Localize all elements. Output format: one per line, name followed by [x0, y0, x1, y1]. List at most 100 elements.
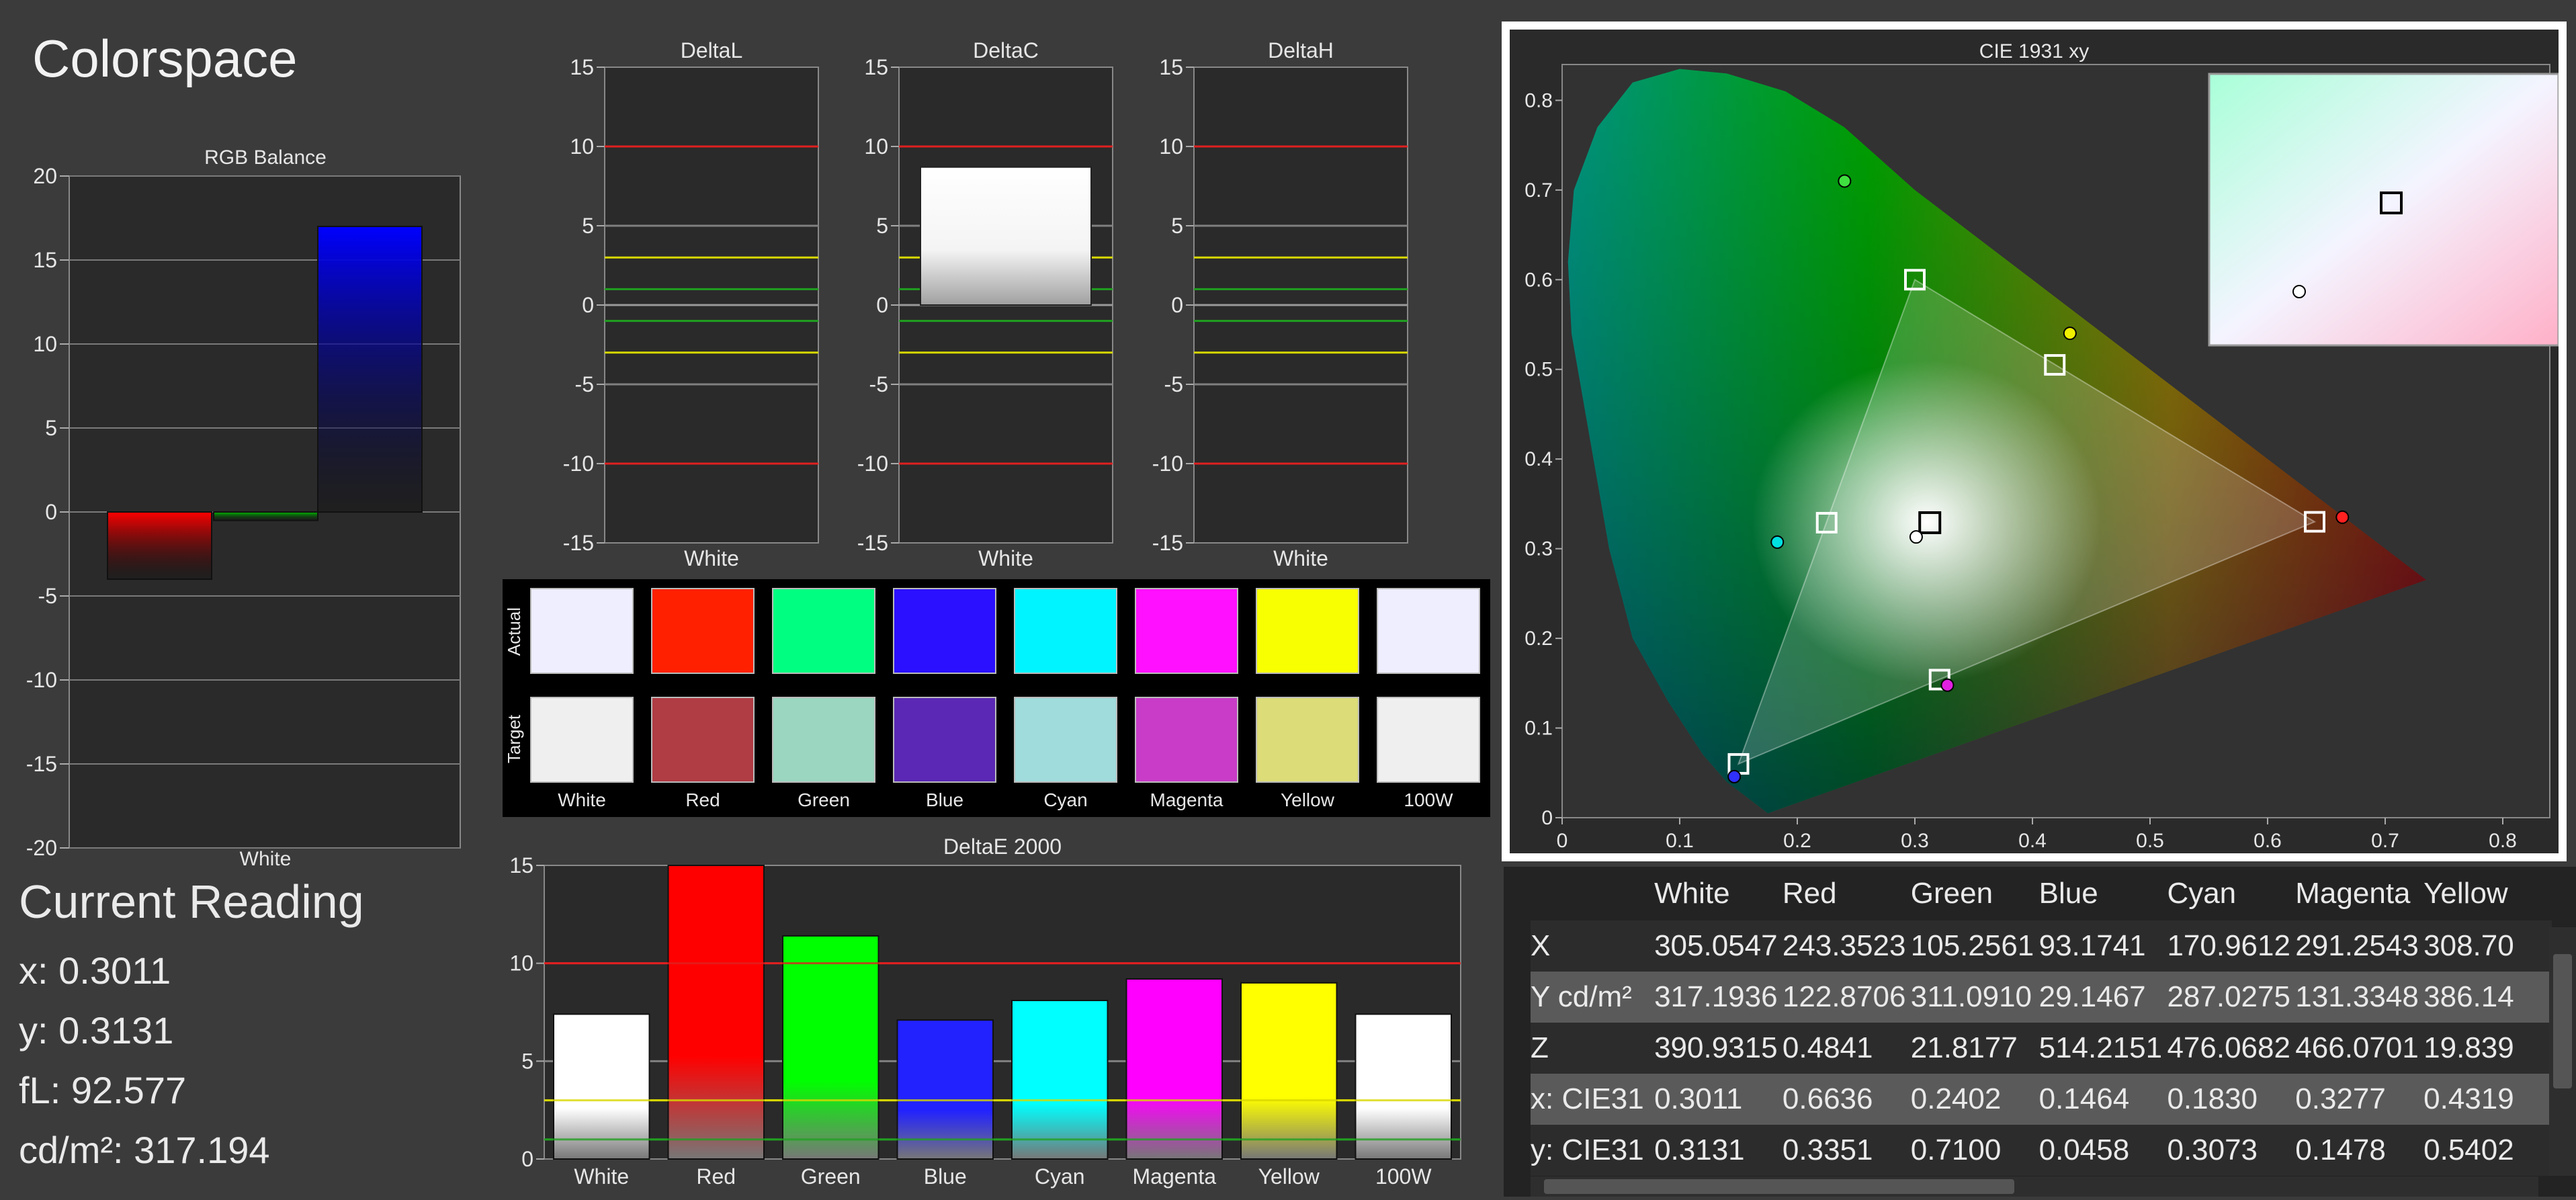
cie-panel: 0 0.1 0.2 0.3 0.4 0.5 0.6 0.7 0.8 0 0.1 0.2 0.3 0.4 0.… [1502, 22, 2567, 861]
table-row: Z 390.9315 0.4841 21.8177 514.2151 476.0682 46… [1531, 1023, 2552, 1074]
swatch-target-blue [893, 697, 996, 783]
delta-category: White [1273, 546, 1328, 570]
table-cell: 21.8177 [1910, 1031, 2018, 1064]
table-cell: 386.14 [2423, 980, 2514, 1013]
table-row-label: x: CIE31 [1531, 1082, 1644, 1115]
delta-chart-title: DeltaC [973, 38, 1039, 62]
delta-chart-title: DeltaL [681, 38, 743, 62]
delta-tick-label: -10 [563, 452, 594, 476]
delta-tick-label: 5 [876, 214, 888, 238]
delta-bar [920, 166, 1092, 306]
swatch-actual-magenta [1135, 588, 1238, 674]
deltae-bar-blue [896, 1019, 994, 1160]
measurement-table: White Red Green Blue Cyan Magenta Yellow X 305.0… [1504, 867, 2576, 1197]
current-reading: Current Reading x: 0.3011 y: 0.3131 fL: … [19, 875, 364, 1180]
swatch-actual-green [772, 588, 875, 674]
cie-y-tick-label: 0.4 [1525, 448, 1553, 470]
deltae-category: Cyan [1035, 1164, 1085, 1189]
swatch-label: White [558, 789, 606, 810]
deltae-category: 100W [1375, 1164, 1432, 1189]
table-horizontal-scroll-thumb[interactable] [1544, 1179, 2014, 1194]
table-cell: 0.4319 [2423, 1082, 2514, 1115]
delta-tick-label: -15 [563, 531, 594, 555]
rgb-tick-label: 5 [45, 416, 57, 440]
table-cell: White [1654, 877, 1730, 910]
swatch-panel: Actual Target White Red Green Blue Cyan Magenta… [503, 579, 1490, 817]
table-cell: 0.2402 [1910, 1082, 2002, 1115]
rgb-tick-label: 0 [45, 500, 57, 524]
delta-tick-label: 15 [1159, 55, 1183, 79]
swatch-target-label: Target [504, 714, 524, 763]
delta-tick-label: -15 [857, 531, 888, 555]
cie-x-tick-label: 0.4 [2018, 830, 2047, 852]
delta-tick-label: 5 [1171, 214, 1183, 238]
swatch-target-green [772, 697, 875, 783]
table-cell: 0.1464 [2038, 1082, 2130, 1115]
table-cell: 0.3131 [1654, 1133, 1745, 1166]
delta-tick-label: 10 [570, 134, 594, 159]
deltae-bar-yellow [1240, 982, 1338, 1160]
table-vertical-scrollbar[interactable] [2549, 927, 2576, 1176]
delta-tick-label: 5 [582, 214, 594, 238]
swatch-label: Blue [926, 789, 963, 810]
deltae-tick-label: 15 [511, 853, 533, 877]
table-cell: 0.0458 [2038, 1133, 2130, 1166]
deltae-tick-label: 5 [521, 1049, 533, 1073]
table-cell: 317.1936 [1654, 980, 1778, 1013]
table-horizontal-scrollbar[interactable] [1531, 1176, 2538, 1197]
deltae-category: Yellow [1258, 1164, 1320, 1189]
table-cell: 0.6636 [1782, 1082, 1873, 1115]
swatch-actual-blue [893, 588, 996, 674]
cie-y-tick-label: 0.1 [1525, 718, 1553, 740]
table-cell: 311.0910 [1910, 980, 2032, 1013]
table-cell: Yellow [2423, 877, 2508, 910]
table-cell: 105.2561 [1910, 929, 2034, 962]
swatch-actual-white [530, 588, 634, 674]
deltae-title: DeltaE 2000 [943, 834, 1062, 859]
table-cell: 390.9315 [1654, 1031, 1778, 1064]
delta-chart-deltal: 15 10 5 0 -5 -10 -15 DeltaL White [563, 38, 819, 570]
rgb-balance-chart: 20 15 10 5 0 -5 -10 -15 -20 [26, 164, 461, 860]
cie-diagram: 0 0.1 0.2 0.3 0.4 0.5 0.6 0.7 0.8 0 0.1 0.2 0.3 0.4 0.… [1525, 64, 2560, 852]
cie-x-tick-label: 0.5 [2136, 830, 2164, 852]
swatch-label: Yellow [1281, 789, 1335, 810]
table-vertical-scroll-thumb[interactable] [2553, 954, 2572, 1088]
deltae-bar-red [667, 865, 765, 1160]
table-cell: 287.0275 [2167, 980, 2290, 1013]
rgb-balance-category: White [239, 848, 292, 870]
cie-measured-blue [1727, 769, 1742, 783]
table-row-label: X [1531, 929, 1551, 962]
rgb-tick-label: -10 [26, 668, 57, 692]
table-cell: 466.0701 [2295, 1031, 2419, 1064]
rgb-tick-label: -20 [26, 836, 57, 860]
delta-tick-label: -5 [869, 372, 888, 396]
table-row: Y cd/m² 317.1936 122.8706 311.0910 29.1467 28… [1531, 972, 2552, 1023]
delta-tick-label: 15 [570, 55, 594, 79]
swatch-label: Red [685, 789, 720, 810]
table-cell: 514.2151 [2038, 1031, 2163, 1064]
table-cell: 0.3277 [2295, 1082, 2386, 1115]
table-cell: 291.2543 [2295, 929, 2419, 962]
swatch-target-white [530, 697, 634, 783]
reading-fl: fL: 92.577 [19, 1069, 187, 1111]
swatch-target-yellow [1256, 697, 1359, 783]
deltae-chart: 15 10 5 0 White Red Green Blue Cyan Magenta Yellow… [509, 834, 1461, 1189]
delta-tick-label: -10 [857, 452, 888, 476]
delta-tick-label: 0 [582, 293, 594, 317]
deltae-bar-magenta [1125, 978, 1223, 1160]
swatch-label: Cyan [1043, 789, 1087, 810]
swatch-target-magenta [1135, 697, 1238, 783]
delta-tick-label: -5 [575, 372, 594, 396]
table-cell: 0.7100 [1910, 1133, 2002, 1166]
cie-x-tick-label: 0.1 [1666, 830, 1694, 852]
cie-title: CIE 1931 xy [1979, 40, 2090, 62]
cie-zoom-inset [2208, 73, 2560, 347]
deltae-category: White [574, 1164, 629, 1189]
cie-measured-magenta [1940, 678, 1955, 692]
cie-measured-cyan [1770, 535, 1785, 549]
swatch-label: Magenta [1150, 789, 1223, 810]
cie-measured-white [1909, 530, 1923, 544]
table-row: y: CIE31 0.3131 0.3351 0.7100 0.0458 0.3073 0.… [1531, 1125, 2552, 1176]
delta-tick-label: 0 [1171, 293, 1183, 317]
swatch-actual-label: Actual [504, 607, 524, 656]
